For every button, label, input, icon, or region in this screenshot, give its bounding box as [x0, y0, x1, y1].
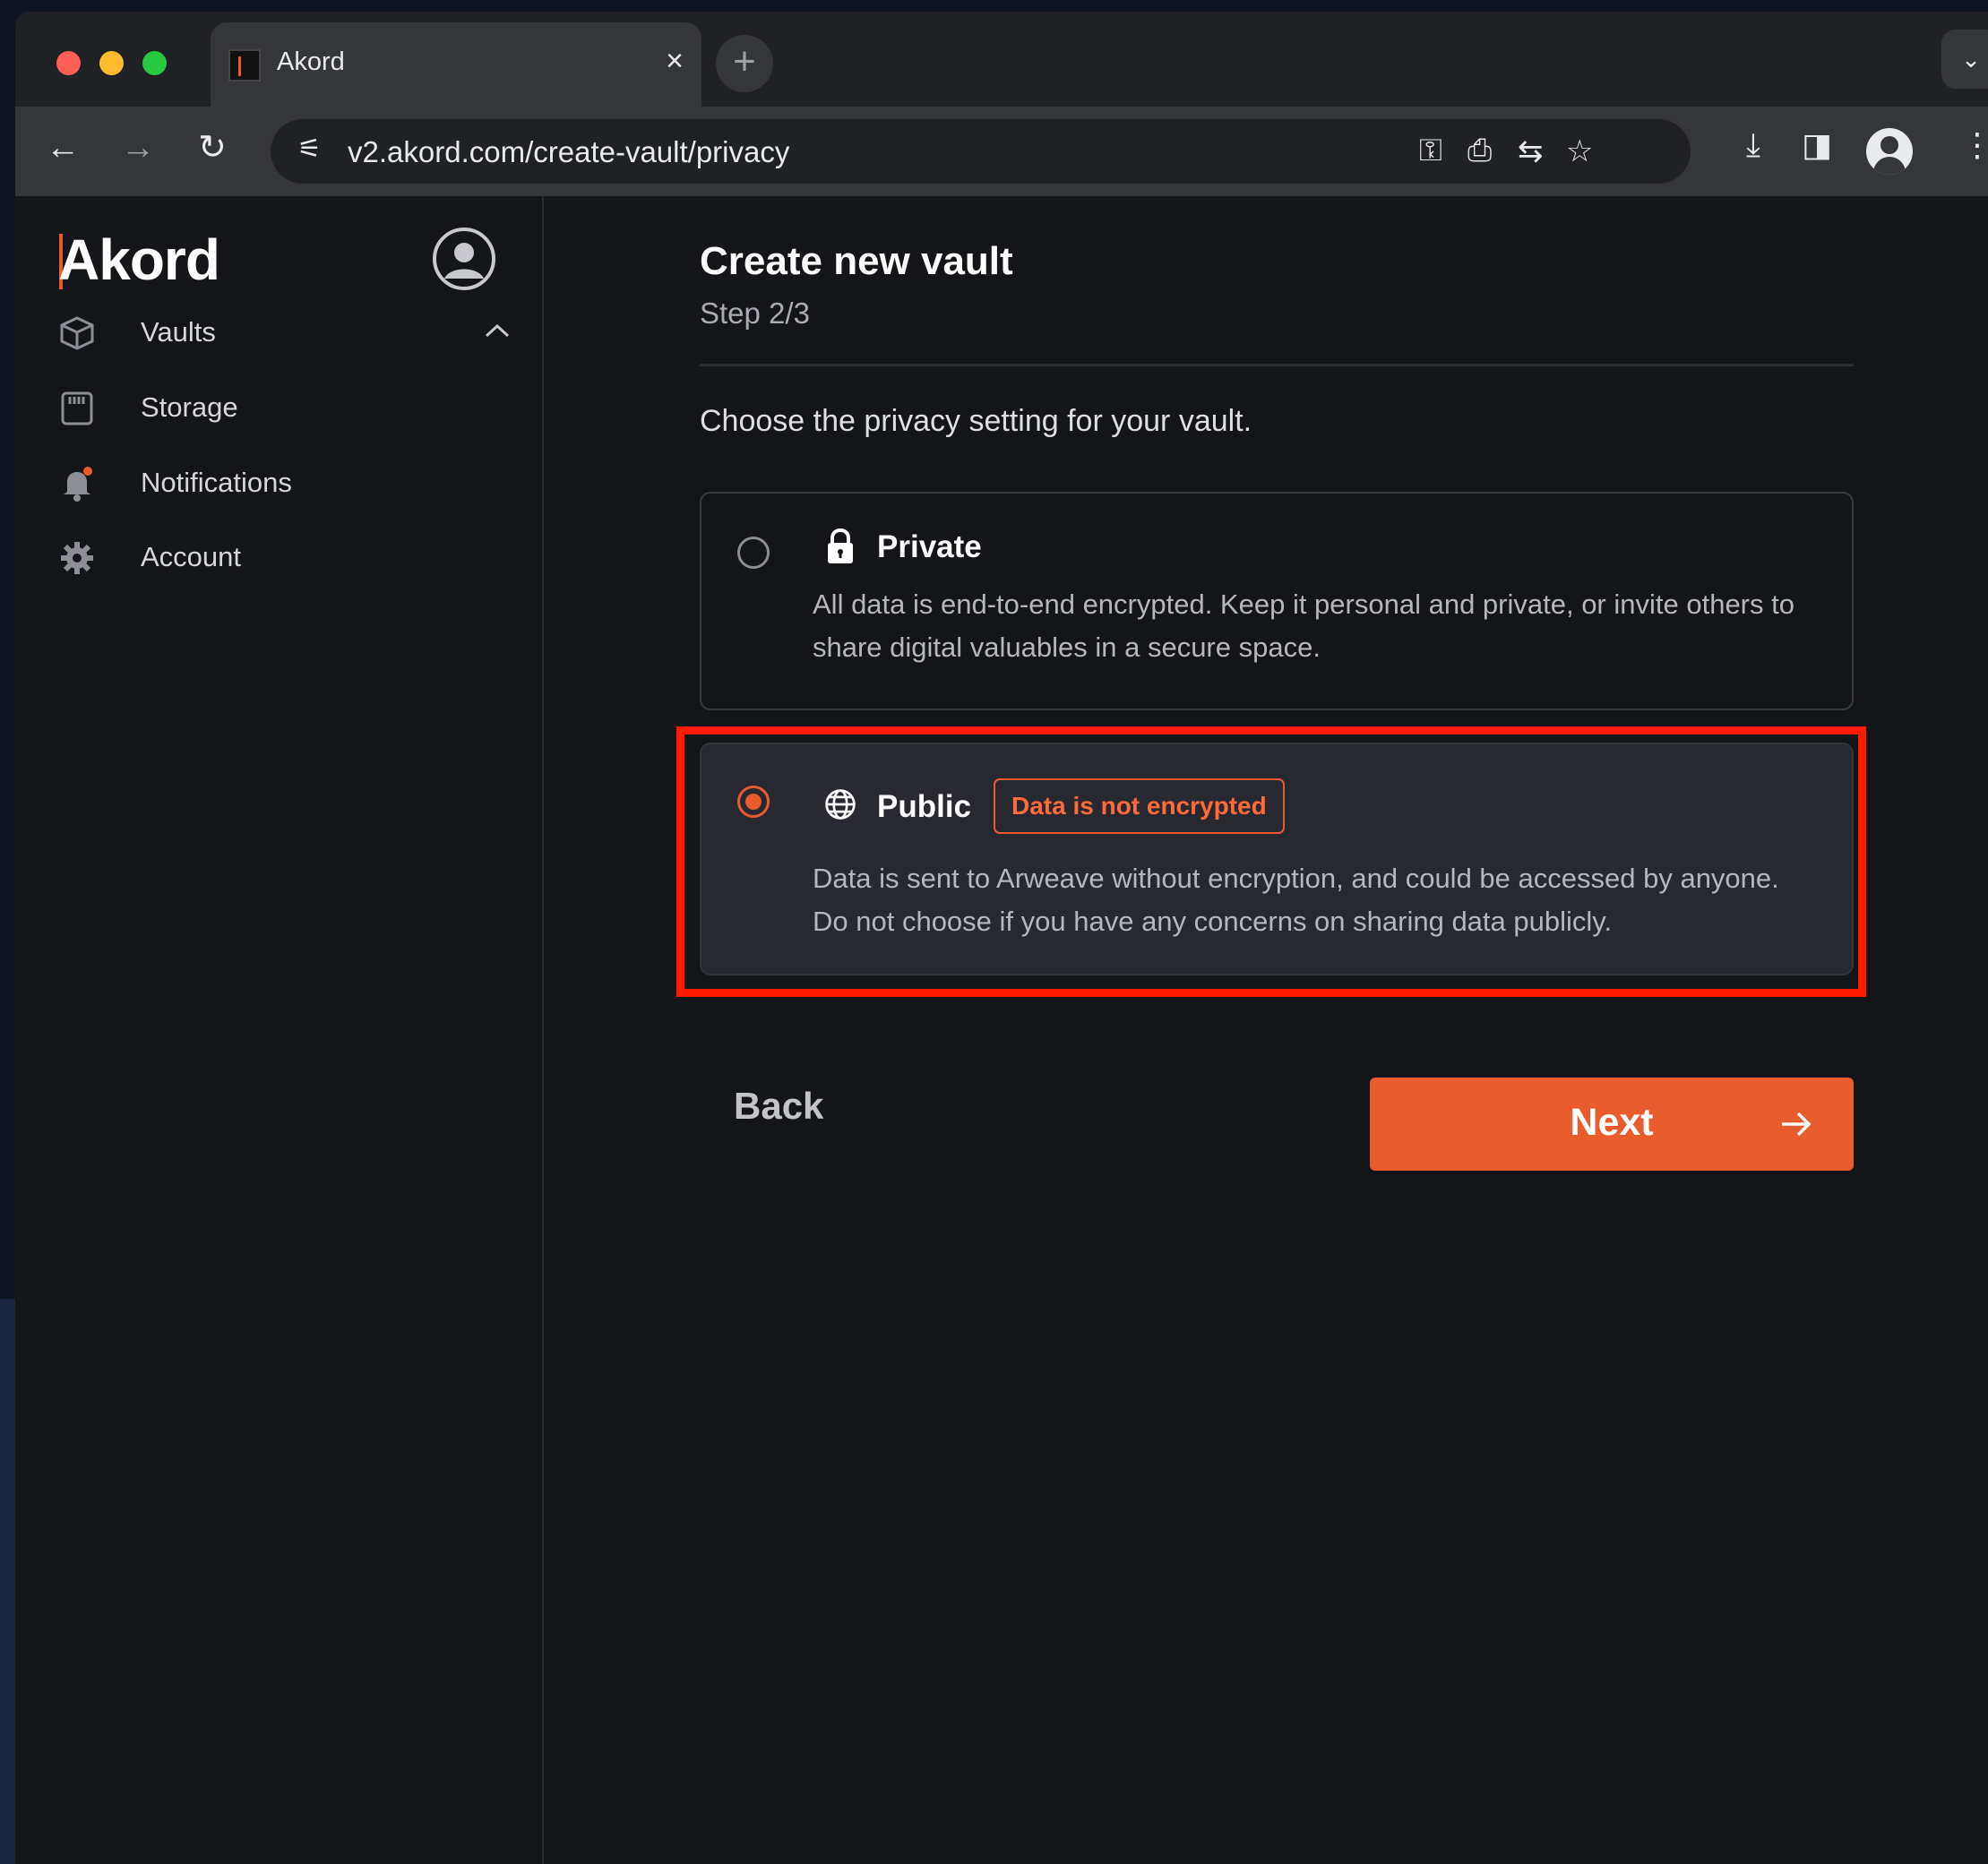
bookmark-star-icon[interactable]: ☆ [1566, 133, 1593, 169]
reload-icon[interactable]: ↻ [198, 130, 227, 166]
profile-avatar-icon[interactable] [1866, 128, 1913, 175]
tab-akord[interactable]: Akord × [211, 22, 701, 107]
site-settings-icon[interactable]: ⚟ [297, 133, 322, 165]
tab-search-button[interactable]: ⌄ [1941, 30, 1988, 89]
storage-card-icon [61, 391, 93, 425]
sidebar-item-account[interactable]: Account [56, 530, 513, 584]
forward-arrow-icon[interactable]: → [121, 130, 155, 166]
akord-app: Akord Vaults Storage Notifications Accou… [15, 196, 1988, 1864]
akord-logo[interactable]: Akord [58, 227, 220, 293]
sidebar-item-storage[interactable]: Storage [56, 381, 513, 434]
new-tab-button[interactable]: + [716, 35, 773, 92]
annotation-highlight-box [676, 726, 1866, 997]
step-indicator: Step 2/3 [700, 296, 810, 330]
back-arrow-icon[interactable]: ← [46, 130, 80, 166]
header-divider [700, 364, 1854, 366]
more-menu-icon[interactable]: ⋮ [1961, 126, 1988, 164]
install-app-icon[interactable]: ⎙ [1467, 133, 1492, 168]
akord-favicon-icon [228, 49, 261, 82]
sidebar-item-notifications[interactable]: Notifications [56, 456, 513, 510]
browser-window: Akord × + ⌄ ← → ↻ ⚟ v2.akord.com/create-… [15, 12, 1988, 1864]
password-key-icon[interactable]: ⚿ [1419, 133, 1442, 168]
privacy-option-private[interactable]: Private All data is end-to-end encrypted… [700, 492, 1854, 710]
downloads-icon[interactable]: ⤓ [1746, 126, 1760, 165]
maximize-window-button[interactable] [142, 51, 167, 75]
tab-strip: Akord × + ⌄ [15, 12, 1988, 107]
option-description-private: All data is end-to-end encrypted. Keep i… [813, 588, 1794, 663]
tab-close-icon[interactable]: × [666, 44, 684, 79]
next-button[interactable]: Next [1370, 1078, 1854, 1171]
sidebar-item-label: Vaults [141, 316, 216, 348]
option-title-private: Private [877, 529, 982, 564]
arrow-right-icon [1782, 1112, 1812, 1137]
minimize-window-button[interactable] [99, 51, 124, 75]
browser-toolbar: ← → ↻ ⚟ v2.akord.com/create-vault/privac… [15, 107, 1988, 196]
url-text[interactable]: v2.akord.com/create-vault/privacy [348, 135, 789, 169]
sidebar-item-label: Notifications [141, 467, 292, 498]
sidebar-item-label: Account [141, 541, 242, 572]
privacy-prompt: Choose the privacy setting for your vaul… [700, 404, 1252, 438]
tab-title: Akord [277, 47, 345, 76]
gear-icon [61, 542, 93, 574]
user-profile-icon[interactable] [432, 227, 496, 291]
chevron-up-icon[interactable] [481, 318, 513, 345]
close-window-button[interactable] [56, 51, 81, 75]
page-title: Create new vault [700, 239, 1013, 283]
address-bar[interactable]: ⚟ v2.akord.com/create-vault/privacy ⚿ ⎙ … [271, 119, 1691, 184]
side-panel-icon[interactable]: ◨ [1802, 126, 1832, 164]
lock-icon [828, 528, 853, 563]
sidebar: Akord Vaults Storage Notifications Accou… [15, 196, 544, 1864]
sidebar-item-label: Storage [141, 391, 238, 423]
bell-icon [64, 467, 92, 502]
translate-icon[interactable]: ⇆ [1518, 133, 1544, 169]
cube-icon [60, 316, 94, 350]
back-button[interactable]: Back [734, 1085, 823, 1128]
radio-private[interactable] [737, 537, 770, 569]
main-content: Create new vault Step 2/3 Choose the pri… [544, 196, 1988, 1864]
sidebar-item-vaults[interactable]: Vaults [56, 305, 513, 359]
